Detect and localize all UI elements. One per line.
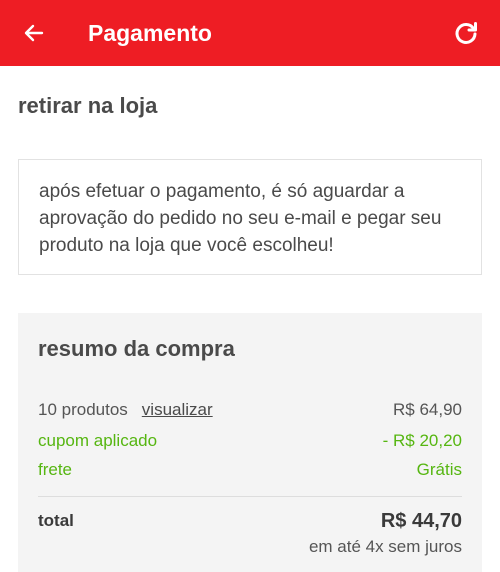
- back-button[interactable]: [18, 17, 50, 49]
- pickup-info-text: após efetuar o pagamento, é só aguardar …: [39, 181, 442, 256]
- coupon-value: - R$ 20,20: [382, 431, 462, 450]
- freight-label: frete: [38, 460, 73, 479]
- order-summary: resumo da compra 10 produtos visualizar …: [18, 313, 482, 572]
- total-label: total: [38, 511, 74, 530]
- pickup-info-box: após efetuar o pagamento, é só aguardar …: [18, 159, 482, 275]
- total-value: R$ 44,70: [380, 510, 462, 532]
- coupon-label: cupom aplicado: [38, 431, 158, 450]
- page-title: Pagamento: [88, 20, 212, 46]
- freight-value: Grátis: [416, 460, 462, 479]
- summary-title: resumo da compra: [38, 336, 235, 361]
- freight-row: frete Grátis: [38, 458, 462, 482]
- refresh-icon: [455, 22, 477, 44]
- coupon-row: cupom aplicado - R$ 20,20: [38, 429, 462, 453]
- arrow-left-icon: [24, 24, 44, 42]
- summary-divider: [38, 496, 462, 497]
- products-row: 10 produtos visualizar R$ 64,90: [38, 398, 462, 422]
- products-value: R$ 64,90: [393, 400, 462, 419]
- refresh-button[interactable]: [450, 17, 482, 49]
- delivery-title: retirar na loja: [18, 93, 158, 118]
- products-label: 10 produtos: [38, 400, 128, 419]
- app-bar: Pagamento: [0, 0, 500, 66]
- installments-text: em até 4x sem juros: [308, 537, 462, 556]
- view-products-link[interactable]: visualizar: [142, 398, 213, 422]
